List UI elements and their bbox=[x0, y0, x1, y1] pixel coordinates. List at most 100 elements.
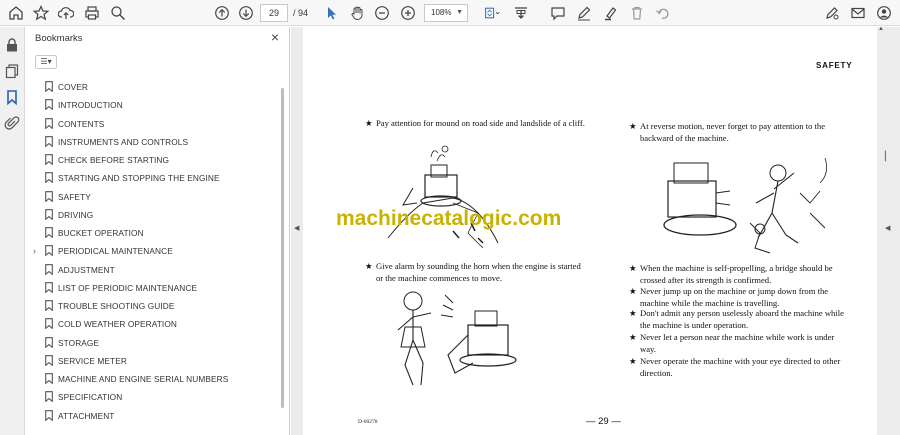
landslide-illustration bbox=[383, 143, 503, 255]
bookmark-flag-icon bbox=[45, 354, 53, 366]
bookmark-label: COVER bbox=[58, 82, 89, 93]
bookmark-item[interactable]: DRIVING bbox=[26, 206, 276, 224]
chevron-down-icon: ▼ bbox=[456, 9, 463, 16]
attachment-icon[interactable] bbox=[4, 115, 20, 131]
bookmark-item[interactable]: CHECK BEFORE STARTING bbox=[26, 151, 276, 169]
bookmark-label: COLD WEATHER OPERATION bbox=[58, 319, 177, 330]
hand-tool-icon[interactable] bbox=[347, 3, 367, 23]
pages-icon[interactable] bbox=[4, 63, 20, 79]
bookmark-label: INSTRUMENTS AND CONTROLS bbox=[58, 136, 189, 147]
right-item-5: ★ Never let a person near the machine wh… bbox=[629, 332, 835, 354]
page-total: / 94 bbox=[293, 8, 309, 18]
collapse-panel-icon[interactable]: ◀ bbox=[294, 224, 299, 232]
bookmark-item[interactable]: STORAGE bbox=[26, 334, 276, 352]
home-icon[interactable] bbox=[6, 3, 26, 23]
bookmark-flag-icon bbox=[45, 409, 53, 421]
bookmark-flag-icon bbox=[45, 281, 53, 293]
toolbar: 29 / 94 108% ▼ bbox=[0, 0, 900, 26]
scroll-up-icon[interactable]: ▲ bbox=[878, 26, 884, 32]
pen-icon[interactable] bbox=[574, 3, 594, 23]
bookmark-item[interactable]: COVER bbox=[26, 78, 276, 96]
bookmark-flag-icon bbox=[45, 99, 53, 111]
bookmark-label: TROUBLE SHOOTING GUIDE bbox=[58, 301, 175, 312]
horn-alarm-illustration bbox=[383, 285, 523, 391]
bookmark-flag-icon bbox=[45, 117, 53, 129]
bookmark-item[interactable]: › PERIODICAL MAINTENANCE bbox=[26, 242, 276, 260]
right-gutter: ▏ ◀ ▲ bbox=[877, 26, 900, 435]
bookmark-flag-icon bbox=[45, 336, 53, 348]
right-item-6: ★ Never operate the machine with your ey… bbox=[629, 356, 841, 378]
bookmark-item[interactable]: ADJUSTMENT bbox=[26, 261, 276, 279]
bookmark-item[interactable]: STARTING AND STOPPING THE ENGINE bbox=[26, 169, 276, 187]
bookmark-flag-icon bbox=[45, 373, 53, 384]
bookmark-flag-icon bbox=[45, 208, 53, 220]
print-icon[interactable] bbox=[82, 3, 102, 23]
bookmark-flag-icon bbox=[45, 391, 53, 403]
undo-icon[interactable] bbox=[652, 3, 672, 23]
bookmark-flag-icon bbox=[45, 245, 53, 257]
bookmark-item[interactable]: COLD WEATHER OPERATION bbox=[26, 315, 276, 333]
panel-scrollbar[interactable] bbox=[281, 88, 284, 408]
right-item-2: ★ When the machine is self-propelling, a… bbox=[629, 263, 833, 285]
bookmark-icon[interactable] bbox=[4, 89, 20, 106]
bookmark-item[interactable]: SERVICE METER bbox=[26, 352, 276, 370]
sign-pen-icon[interactable] bbox=[822, 3, 842, 23]
bookmark-item[interactable]: TROUBLE SHOOTING GUIDE bbox=[26, 297, 276, 315]
fit-page-icon[interactable] bbox=[480, 3, 504, 23]
zoom-in-icon[interactable] bbox=[398, 3, 418, 23]
bookmark-item[interactable]: MACHINE AND ENGINE SERIAL NUMBERS bbox=[26, 370, 276, 388]
left-item-2: ★ Give alarm by sounding the horn when t… bbox=[365, 261, 581, 283]
right-item-4: ★ Don't admit any person uselessly aboar… bbox=[629, 308, 844, 330]
bookmark-flag-icon bbox=[45, 135, 53, 147]
bookmark-item[interactable]: CONTENTS bbox=[26, 115, 276, 133]
zoom-search-icon[interactable] bbox=[108, 3, 128, 23]
bookmark-label: SPECIFICATION bbox=[58, 392, 123, 403]
zoom-out-icon[interactable] bbox=[372, 3, 392, 23]
document-page: SAFETY ★ Pay attention for mound on road… bbox=[303, 27, 877, 435]
page-number: — 29 — bbox=[586, 416, 621, 427]
delete-icon[interactable] bbox=[627, 3, 647, 23]
bookmark-item[interactable]: SAFETY bbox=[26, 188, 276, 206]
bookmark-flag-icon bbox=[45, 154, 53, 165]
bookmark-options-button[interactable]: ☰▾ bbox=[35, 55, 57, 69]
bookmark-flag-icon bbox=[45, 81, 53, 92]
bookmark-label: CHECK BEFORE STARTING bbox=[58, 155, 170, 166]
bookmark-item[interactable]: LIST OF PERIODIC MAINTENANCE bbox=[26, 279, 276, 297]
resize-handle-icon[interactable]: ▏ bbox=[885, 151, 892, 162]
page-number-input[interactable]: 29 bbox=[260, 4, 288, 22]
page-up-icon[interactable] bbox=[212, 3, 232, 23]
bookmark-label: BUCKET OPERATION bbox=[58, 228, 144, 239]
zoom-level-select[interactable]: 108% ▼ bbox=[424, 4, 468, 22]
bookmark-flag-icon bbox=[45, 227, 53, 238]
account-icon[interactable] bbox=[874, 3, 894, 23]
bookmark-flag-icon bbox=[45, 300, 53, 311]
star-icon[interactable] bbox=[31, 3, 51, 23]
bookmark-item[interactable]: INSTRUMENTS AND CONTROLS bbox=[26, 133, 276, 151]
bookmark-item[interactable]: ATTACHMENT bbox=[26, 407, 276, 425]
bookmark-label: CONTENTS bbox=[58, 118, 105, 129]
panel-resize-gutter[interactable]: ◀ bbox=[291, 27, 303, 435]
highlight-icon[interactable] bbox=[600, 3, 620, 23]
left-rail bbox=[0, 27, 25, 435]
lock-icon[interactable] bbox=[4, 37, 20, 53]
bookmark-label: LIST OF PERIODIC MAINTENANCE bbox=[58, 282, 198, 293]
page-down-icon[interactable] bbox=[236, 3, 256, 23]
bookmark-label: MACHINE AND ENGINE SERIAL NUMBERS bbox=[58, 374, 229, 385]
bookmark-item[interactable]: BUCKET OPERATION bbox=[26, 224, 276, 242]
mail-icon[interactable] bbox=[848, 3, 868, 23]
select-cursor-icon[interactable] bbox=[322, 3, 342, 23]
bookmark-item[interactable]: SPECIFICATION bbox=[26, 388, 276, 406]
zoom-level-value: 108% bbox=[431, 8, 452, 17]
bookmarks-panel: Bookmarks × ☰▾ COVER INTRODUCTION CONTENTS… bbox=[26, 27, 290, 435]
close-icon[interactable]: × bbox=[271, 30, 279, 44]
reverse-motion-illustration bbox=[660, 153, 850, 261]
scroll-mode-icon[interactable] bbox=[511, 3, 531, 23]
expand-right-panel-icon[interactable]: ◀ bbox=[885, 224, 890, 232]
bookmark-flag-icon bbox=[45, 263, 53, 275]
bookmark-label: INTRODUCTION bbox=[58, 100, 123, 111]
bookmark-item[interactable]: INTRODUCTION bbox=[26, 96, 276, 114]
upload-cloud-icon[interactable] bbox=[56, 3, 76, 23]
expand-chevron-icon[interactable]: › bbox=[33, 246, 36, 256]
bookmark-list: COVER INTRODUCTION CONTENTS INSTRUMENTS AND… bbox=[26, 78, 276, 425]
comment-icon[interactable] bbox=[548, 3, 568, 23]
